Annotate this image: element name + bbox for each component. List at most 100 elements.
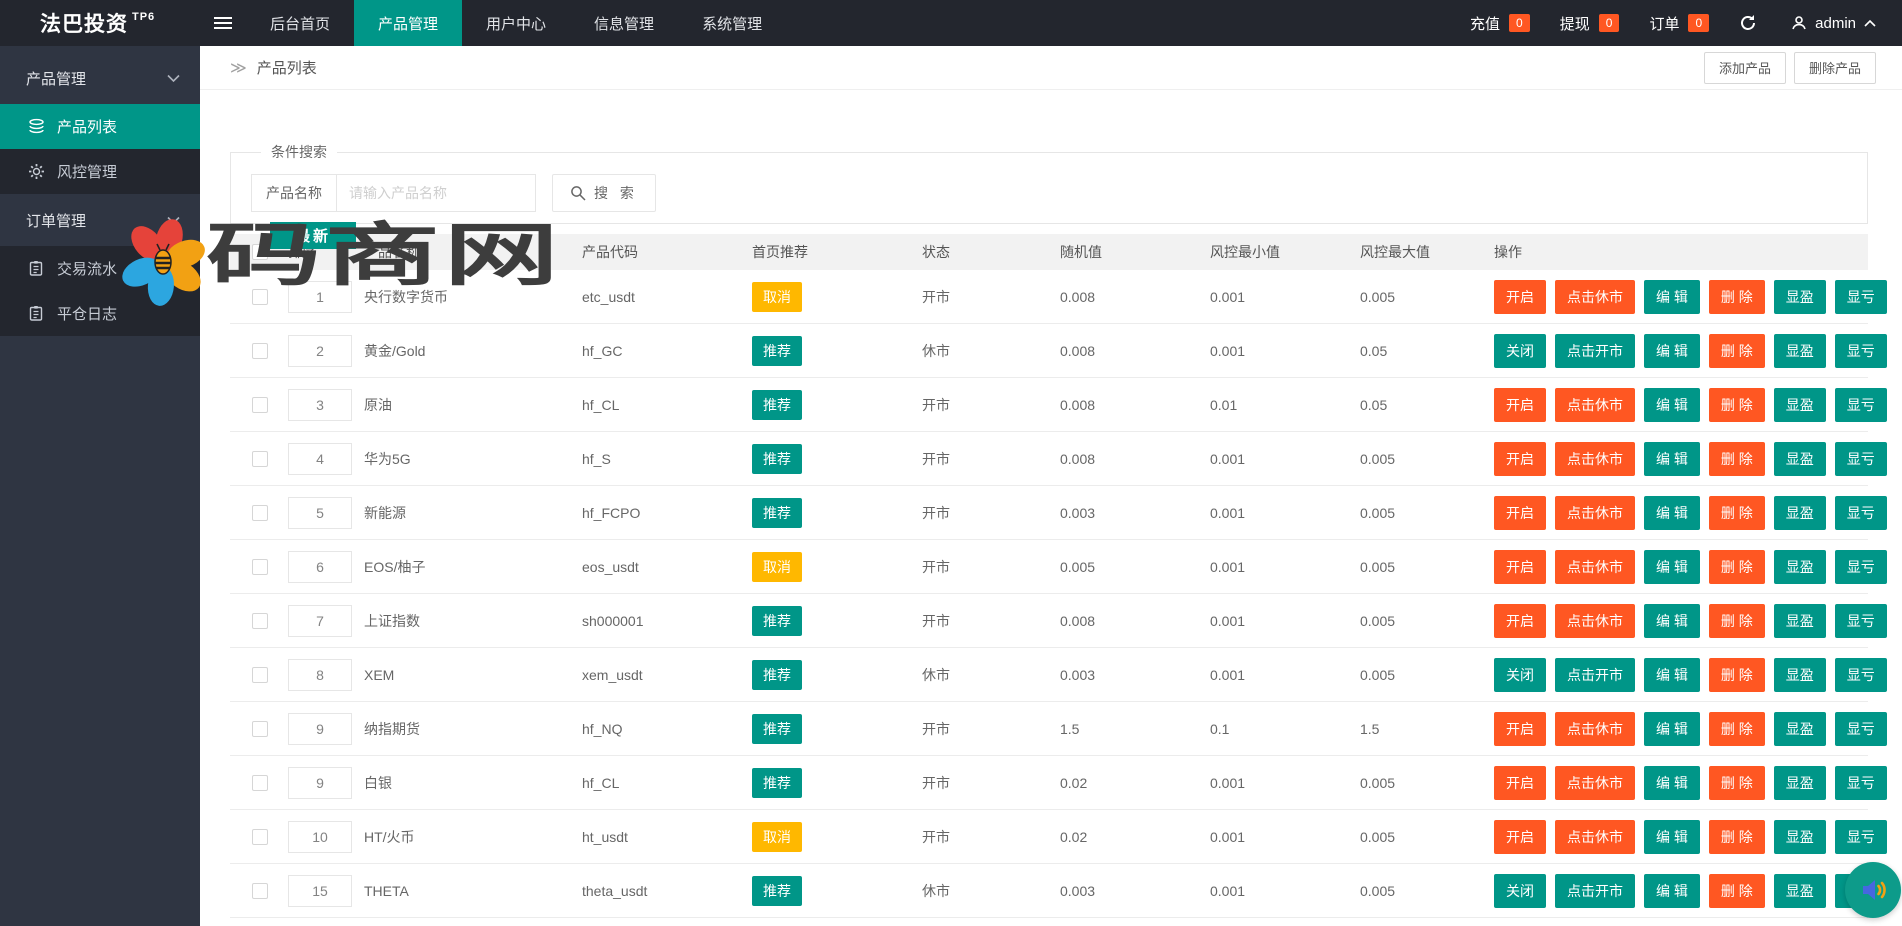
row-action-button[interactable]: 点击休市 bbox=[1555, 496, 1635, 530]
row-action-button[interactable]: 显盈 bbox=[1774, 712, 1826, 746]
recommend-tag[interactable]: 推荐 bbox=[752, 444, 802, 474]
product-name-input[interactable] bbox=[336, 174, 536, 212]
row-action-button[interactable]: 编 辑 bbox=[1644, 334, 1700, 368]
user-menu[interactable]: admin bbox=[1791, 15, 1876, 32]
row-action-button[interactable]: 显盈 bbox=[1774, 658, 1826, 692]
row-action-button[interactable]: 点击休市 bbox=[1555, 388, 1635, 422]
recommend-tag[interactable]: 取消 bbox=[752, 552, 802, 582]
row-checkbox[interactable] bbox=[252, 829, 268, 845]
nav-item-用户中心[interactable]: 用户中心 bbox=[462, 0, 570, 46]
row-checkbox[interactable] bbox=[252, 559, 268, 575]
row-action-button[interactable]: 显盈 bbox=[1774, 388, 1826, 422]
row-action-button[interactable]: 删 除 bbox=[1709, 496, 1765, 530]
row-action-button[interactable]: 显亏 bbox=[1835, 550, 1887, 584]
menu-toggle-icon[interactable] bbox=[200, 0, 246, 46]
row-action-button[interactable]: 开启 bbox=[1494, 766, 1546, 800]
row-action-button[interactable]: 显亏 bbox=[1835, 334, 1887, 368]
recommend-tag[interactable]: 推荐 bbox=[752, 390, 802, 420]
add-product-button[interactable]: 添加产品 bbox=[1704, 52, 1786, 84]
row-checkbox[interactable] bbox=[252, 613, 268, 629]
sidebar-group-产品管理[interactable]: 产品管理 bbox=[0, 52, 200, 104]
select-all-checkbox[interactable] bbox=[252, 244, 268, 260]
row-action-button[interactable]: 显亏 bbox=[1835, 820, 1887, 854]
row-action-button[interactable]: 显盈 bbox=[1774, 820, 1826, 854]
row-action-button[interactable]: 关闭 bbox=[1494, 334, 1546, 368]
row-checkbox[interactable] bbox=[252, 451, 268, 467]
row-action-button[interactable]: 删 除 bbox=[1709, 820, 1765, 854]
sort-input[interactable]: 1 bbox=[288, 281, 352, 313]
row-action-button[interactable]: 编 辑 bbox=[1644, 280, 1700, 314]
nav-item-后台首页[interactable]: 后台首页 bbox=[246, 0, 354, 46]
row-action-button[interactable]: 显亏 bbox=[1835, 280, 1887, 314]
sort-input[interactable]: 15 bbox=[288, 875, 352, 907]
row-action-button[interactable]: 点击开市 bbox=[1555, 874, 1635, 908]
row-action-button[interactable]: 显亏 bbox=[1835, 658, 1887, 692]
row-action-button[interactable]: 显盈 bbox=[1774, 334, 1826, 368]
row-action-button[interactable]: 删 除 bbox=[1709, 550, 1765, 584]
row-action-button[interactable]: 编 辑 bbox=[1644, 496, 1700, 530]
sort-input[interactable]: 4 bbox=[288, 443, 352, 475]
row-action-button[interactable]: 显亏 bbox=[1835, 604, 1887, 638]
row-action-button[interactable]: 开启 bbox=[1494, 280, 1546, 314]
sort-input[interactable]: 9 bbox=[288, 767, 352, 799]
row-checkbox[interactable] bbox=[252, 721, 268, 737]
row-action-button[interactable]: 关闭 bbox=[1494, 874, 1546, 908]
recommend-tag[interactable]: 推荐 bbox=[752, 768, 802, 798]
search-button[interactable]: 搜 索 bbox=[552, 174, 656, 212]
sort-input[interactable]: 6 bbox=[288, 551, 352, 583]
stat-充值[interactable]: 充值0 bbox=[1470, 13, 1530, 34]
row-action-button[interactable]: 显盈 bbox=[1774, 280, 1826, 314]
row-action-button[interactable]: 编 辑 bbox=[1644, 766, 1700, 800]
recommend-tag[interactable]: 取消 bbox=[752, 822, 802, 852]
row-action-button[interactable]: 点击休市 bbox=[1555, 442, 1635, 476]
row-action-button[interactable]: 编 辑 bbox=[1644, 604, 1700, 638]
row-action-button[interactable]: 显亏 bbox=[1835, 496, 1887, 530]
row-checkbox[interactable] bbox=[252, 667, 268, 683]
row-action-button[interactable]: 删 除 bbox=[1709, 388, 1765, 422]
row-action-button[interactable]: 点击休市 bbox=[1555, 766, 1635, 800]
row-action-button[interactable]: 删 除 bbox=[1709, 604, 1765, 638]
row-action-button[interactable]: 编 辑 bbox=[1644, 874, 1700, 908]
row-action-button[interactable]: 显亏 bbox=[1835, 712, 1887, 746]
row-action-button[interactable]: 开启 bbox=[1494, 388, 1546, 422]
recommend-tag[interactable]: 推荐 bbox=[752, 714, 802, 744]
sidebar-item-交易流水[interactable]: 交易流水 bbox=[0, 246, 200, 291]
sort-input[interactable]: 2 bbox=[288, 335, 352, 367]
sort-input[interactable]: 10 bbox=[288, 821, 352, 853]
sidebar-item-平仓日志[interactable]: 平仓日志 bbox=[0, 291, 200, 336]
sidebar-item-风控管理[interactable]: 风控管理 bbox=[0, 149, 200, 194]
row-action-button[interactable]: 关闭 bbox=[1494, 658, 1546, 692]
row-action-button[interactable]: 删 除 bbox=[1709, 334, 1765, 368]
row-action-button[interactable]: 删 除 bbox=[1709, 766, 1765, 800]
row-action-button[interactable]: 开启 bbox=[1494, 496, 1546, 530]
row-action-button[interactable]: 显盈 bbox=[1774, 766, 1826, 800]
nav-item-产品管理[interactable]: 产品管理 bbox=[354, 0, 462, 46]
row-checkbox[interactable] bbox=[252, 397, 268, 413]
sidebar-group-订单管理[interactable]: 订单管理 bbox=[0, 194, 200, 246]
delete-product-button[interactable]: 删除产品 bbox=[1794, 52, 1876, 84]
row-action-button[interactable]: 显盈 bbox=[1774, 874, 1826, 908]
row-action-button[interactable]: 点击开市 bbox=[1555, 658, 1635, 692]
row-action-button[interactable]: 开启 bbox=[1494, 712, 1546, 746]
row-action-button[interactable]: 编 辑 bbox=[1644, 388, 1700, 422]
row-action-button[interactable]: 点击休市 bbox=[1555, 280, 1635, 314]
row-action-button[interactable]: 开启 bbox=[1494, 604, 1546, 638]
row-action-button[interactable]: 删 除 bbox=[1709, 874, 1765, 908]
stat-订单[interactable]: 订单0 bbox=[1649, 13, 1709, 34]
refresh-icon[interactable] bbox=[1739, 14, 1757, 32]
row-action-button[interactable]: 删 除 bbox=[1709, 712, 1765, 746]
recommend-tag[interactable]: 推荐 bbox=[752, 336, 802, 366]
nav-item-信息管理[interactable]: 信息管理 bbox=[570, 0, 678, 46]
row-action-button[interactable]: 显盈 bbox=[1774, 442, 1826, 476]
sort-input[interactable]: 8 bbox=[288, 659, 352, 691]
sort-input[interactable]: 7 bbox=[288, 605, 352, 637]
row-action-button[interactable]: 点击休市 bbox=[1555, 712, 1635, 746]
recommend-tag[interactable]: 推荐 bbox=[752, 876, 802, 906]
sort-input[interactable]: 3 bbox=[288, 389, 352, 421]
nav-item-系统管理[interactable]: 系统管理 bbox=[678, 0, 786, 46]
row-action-button[interactable]: 点击休市 bbox=[1555, 550, 1635, 584]
row-action-button[interactable]: 开启 bbox=[1494, 442, 1546, 476]
row-action-button[interactable]: 编 辑 bbox=[1644, 550, 1700, 584]
row-checkbox[interactable] bbox=[252, 505, 268, 521]
row-action-button[interactable]: 显亏 bbox=[1835, 388, 1887, 422]
